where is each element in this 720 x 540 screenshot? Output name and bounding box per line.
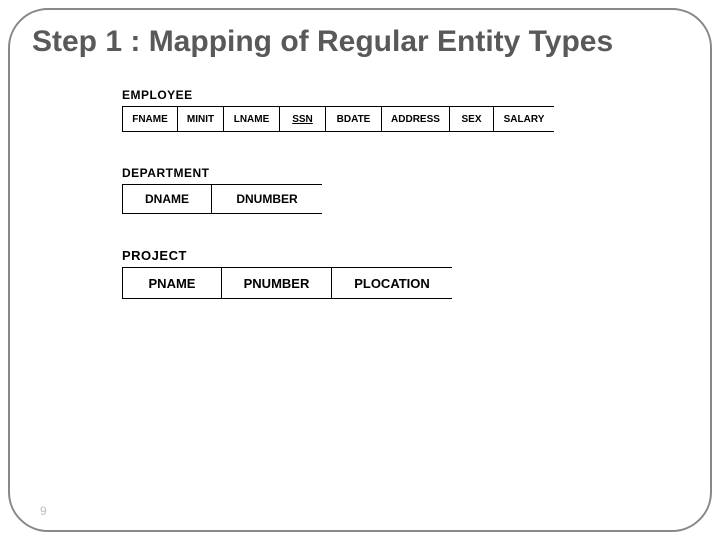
project-col-pnumber: PNUMBER	[222, 267, 332, 299]
entity-employee: EMPLOYEE FNAME MINIT LNAME SSN BDATE ADD…	[122, 88, 688, 132]
slide-frame: Step 1 : Mapping of Regular Entity Types…	[8, 8, 712, 532]
entity-project: PROJECT PNAME PNUMBER PLOCATION	[122, 248, 688, 299]
entity-employee-row: FNAME MINIT LNAME SSN BDATE ADDRESS SEX …	[122, 106, 688, 132]
department-col-dnumber: DNUMBER	[212, 184, 322, 214]
employee-col-lname: LNAME	[224, 106, 280, 132]
entity-project-name: PROJECT	[122, 248, 688, 263]
entity-employee-name: EMPLOYEE	[122, 88, 688, 102]
project-col-pname: PNAME	[122, 267, 222, 299]
department-col-dname: DNAME	[122, 184, 212, 214]
employee-col-fname: FNAME	[122, 106, 178, 132]
employee-col-bdate: BDATE	[326, 106, 382, 132]
page-number: 9	[40, 504, 47, 518]
entity-project-row: PNAME PNUMBER PLOCATION	[122, 267, 688, 299]
entity-department-row: DNAME DNUMBER	[122, 184, 688, 214]
slide-title: Step 1 : Mapping of Regular Entity Types	[32, 24, 688, 60]
employee-col-address: ADDRESS	[382, 106, 450, 132]
employee-col-minit: MINIT	[178, 106, 224, 132]
entity-department-name: DEPARTMENT	[122, 166, 688, 180]
employee-col-ssn: SSN	[280, 106, 326, 132]
entity-department: DEPARTMENT DNAME DNUMBER	[122, 166, 688, 214]
employee-col-salary: SALARY	[494, 106, 554, 132]
employee-col-sex: SEX	[450, 106, 494, 132]
project-col-plocation: PLOCATION	[332, 267, 452, 299]
